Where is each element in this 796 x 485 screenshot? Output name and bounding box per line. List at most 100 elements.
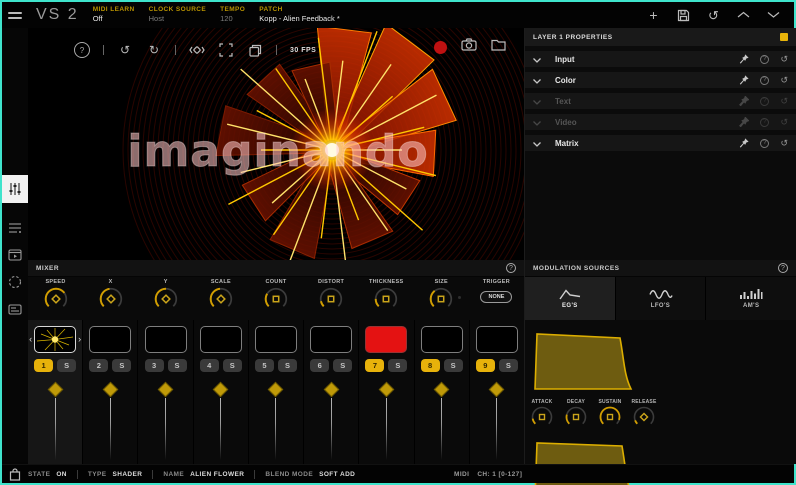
property-section-matrix[interactable]: Matrix ? ↺ [525, 135, 796, 151]
chevron-up-icon[interactable] [737, 9, 750, 22]
trigger-mode-button[interactable]: NONE [480, 291, 512, 303]
save-icon[interactable] [677, 9, 690, 22]
channel-number-button[interactable]: 9 [476, 359, 495, 372]
help-icon[interactable]: ? [760, 139, 769, 148]
sidebar-item-video-library[interactable] [2, 241, 28, 269]
channel-3-thumbnail[interactable] [145, 326, 187, 353]
solo-button[interactable]: S [168, 359, 187, 372]
channel-2[interactable]: 2 S [83, 320, 137, 464]
clock-source-value[interactable]: Host [149, 14, 207, 23]
fader-handle[interactable] [489, 382, 505, 398]
channel-7-thumbnail[interactable] [365, 326, 407, 353]
channel-8-thumbnail[interactable] [421, 326, 463, 353]
solo-button[interactable]: S [499, 359, 518, 372]
channel-4[interactable]: 4 S [194, 320, 248, 464]
solo-button[interactable]: S [223, 359, 242, 372]
record-button[interactable] [434, 41, 447, 54]
channel-number-button[interactable]: 4 [200, 359, 219, 372]
eg1-decay-knob[interactable]: DECAY [559, 399, 593, 429]
channel-3[interactable]: 3 S [138, 320, 192, 464]
help-icon[interactable]: ? [760, 55, 769, 64]
midi-learn-field[interactable]: MIDI LEARN Off [93, 6, 135, 24]
channel-8[interactable]: 8 S [415, 320, 469, 464]
channel-fader[interactable] [470, 384, 524, 460]
fader-handle[interactable] [158, 382, 174, 398]
channel-number-button[interactable]: 2 [89, 359, 108, 372]
duplicate-icon[interactable] [247, 42, 263, 58]
channel-number-button[interactable]: 1 [34, 359, 53, 372]
solo-button[interactable]: S [112, 359, 131, 372]
chevron-down-icon[interactable] [767, 9, 780, 22]
reset-icon[interactable]: ↺ [780, 139, 788, 148]
undo-icon[interactable]: ↺ [707, 9, 720, 22]
property-section-color[interactable]: Color ? ↺ [525, 72, 796, 88]
chevron-down-icon[interactable] [533, 92, 541, 110]
eg1-sustain-knob[interactable]: SUSTAIN [593, 399, 627, 429]
channel-4-thumbnail[interactable] [200, 326, 242, 353]
patch-value[interactable]: Kopp - Alien Feedback * [259, 14, 339, 23]
hamburger-menu-icon[interactable] [2, 12, 28, 19]
chevron-down-icon[interactable] [533, 113, 541, 131]
property-section-text[interactable]: Text ? ↺ [525, 93, 796, 109]
tab-lfos[interactable]: LFO'S [616, 277, 706, 320]
knob-speed[interactable]: SPEED [28, 277, 83, 320]
solo-button[interactable]: S [333, 359, 352, 372]
solo-button[interactable]: S [57, 359, 76, 372]
knob-scale[interactable]: SCALE [193, 277, 248, 320]
tab-egs[interactable]: EG'S [525, 277, 615, 320]
folder-icon[interactable] [491, 38, 506, 56]
property-section-input[interactable]: Input ? ↺ [525, 51, 796, 67]
channel-number-button[interactable]: 8 [421, 359, 440, 372]
chevron-down-icon[interactable] [533, 50, 541, 68]
channel-1[interactable]: ‹ › 1 S [28, 320, 82, 464]
sidebar-item-banner[interactable] [2, 295, 28, 323]
visual-preview[interactable]: imaginando ? ↺ ↻ 30 FPS [28, 28, 524, 260]
channel-7[interactable]: 7 S [359, 320, 413, 464]
eg1-attack-knob[interactable]: ATTACK [525, 399, 559, 429]
patch-field[interactable]: PATCH Kopp - Alien Feedback * [259, 6, 339, 24]
channel-9[interactable]: 9 S [470, 320, 524, 464]
pan-icon[interactable] [189, 42, 205, 58]
redo-icon[interactable]: ↻ [146, 42, 162, 58]
fader-handle[interactable] [103, 382, 119, 398]
fader-handle[interactable] [323, 382, 339, 398]
prev-layer-arrow[interactable]: ‹ [29, 335, 32, 344]
knob-distort[interactable]: DISTORT [304, 277, 359, 320]
property-section-video[interactable]: Video ? ↺ [525, 114, 796, 130]
undo-icon[interactable]: ↺ [117, 42, 133, 58]
channel-number-button[interactable]: 3 [145, 359, 164, 372]
sidebar-item-mixer[interactable] [2, 175, 28, 203]
help-icon[interactable]: ? [760, 76, 769, 85]
next-layer-arrow[interactable]: › [78, 335, 81, 344]
fader-handle[interactable] [47, 382, 63, 398]
channel-number-button[interactable]: 7 [365, 359, 384, 372]
chevron-down-icon[interactable] [533, 71, 541, 89]
channel-1-thumbnail[interactable] [34, 326, 76, 353]
channel-5-thumbnail[interactable] [255, 326, 297, 353]
reset-icon[interactable]: ↺ [780, 118, 788, 127]
fader-handle[interactable] [213, 382, 229, 398]
knob-count[interactable]: COUNT [248, 277, 303, 320]
channel-fader[interactable] [83, 384, 137, 460]
channel-number-button[interactable]: 5 [255, 359, 274, 372]
channel-fader[interactable] [359, 384, 413, 460]
channel-9-thumbnail[interactable] [476, 326, 518, 353]
fader-handle[interactable] [434, 382, 450, 398]
solo-button[interactable]: S [444, 359, 463, 372]
pin-icon[interactable] [739, 138, 749, 148]
pin-icon[interactable] [739, 96, 749, 106]
channel-fader[interactable] [249, 384, 303, 460]
channel-6[interactable]: 6 S [304, 320, 358, 464]
channel-fader[interactable] [28, 384, 82, 460]
channel-5[interactable]: 5 S [249, 320, 303, 464]
pin-icon[interactable] [739, 117, 749, 127]
knob-y[interactable]: Y [138, 277, 193, 320]
pin-icon[interactable] [739, 54, 749, 64]
clock-source-field[interactable]: CLOCK SOURCE Host [149, 6, 207, 24]
fader-handle[interactable] [268, 382, 284, 398]
layer-color-swatch[interactable] [780, 33, 788, 41]
tempo-field[interactable]: TEMPO 120 [220, 6, 245, 24]
channel-fader[interactable] [194, 384, 248, 460]
channel-fader[interactable] [138, 384, 192, 460]
chevron-down-icon[interactable] [533, 134, 541, 152]
